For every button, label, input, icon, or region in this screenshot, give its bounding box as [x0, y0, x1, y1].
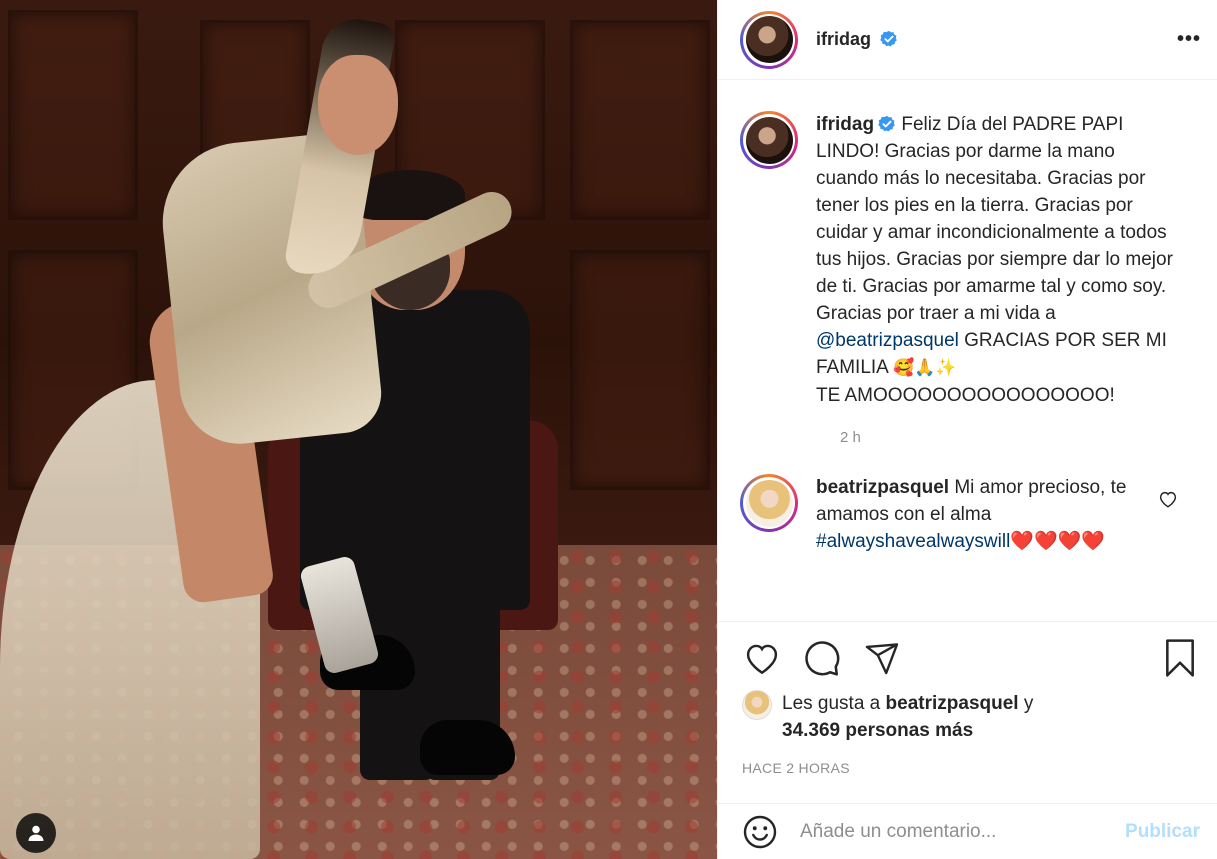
verified-badge-icon: [878, 115, 895, 132]
like-comment-heart-icon[interactable]: [1158, 490, 1178, 508]
reply-author-avatar[interactable]: [740, 474, 798, 532]
more-options-icon[interactable]: •••: [1177, 28, 1201, 51]
reply-hearts: ❤️❤️❤️❤️: [1010, 531, 1105, 552]
like-heart-icon[interactable]: [742, 638, 782, 678]
mention-link[interactable]: @beatrizpasquel: [816, 330, 959, 351]
woman-figure: [0, 0, 520, 859]
likes-summary: Les gusta a beatrizpasquel y 34.369 pers…: [742, 690, 1200, 744]
caption: ifridag Feliz Día del PADRE PAPI LINDO! …: [740, 111, 1196, 409]
posted-time[interactable]: HACE 2 HORAS: [742, 760, 1200, 776]
add-comment-bar: Publicar: [718, 803, 1217, 859]
comments-section: ifridag Feliz Día del PADRE PAPI LINDO! …: [718, 81, 1217, 621]
share-paper-plane-icon[interactable]: [862, 638, 902, 678]
likes-text: Les gusta a beatrizpasquel y 34.369 pers…: [782, 690, 1033, 744]
hashtag-link[interactable]: #alwayshavealwayswill: [816, 531, 1010, 552]
action-icons: [742, 638, 1200, 678]
caption-emojis: 🥰🙏✨: [893, 358, 957, 378]
save-bookmark-icon[interactable]: [1160, 638, 1200, 678]
post-actions: Les gusta a beatrizpasquel y 34.369 pers…: [718, 621, 1217, 776]
reply-comment: beatrizpasquel Mi amor precioso, te amam…: [740, 474, 1196, 555]
comment-input[interactable]: [800, 820, 1126, 843]
comment-bubble-icon[interactable]: [802, 638, 842, 678]
caption-author[interactable]: ifridag: [816, 114, 874, 135]
liker-username[interactable]: beatrizpasquel: [886, 693, 1019, 714]
publish-button[interactable]: Publicar: [1125, 821, 1200, 843]
wood-panel: [570, 250, 710, 490]
liker-avatar[interactable]: [742, 690, 772, 720]
post-photo[interactable]: [0, 0, 717, 859]
likes-connector: y: [1018, 693, 1034, 714]
tagged-users-button[interactable]: [16, 813, 56, 853]
caption-body: Feliz Día del PADRE PAPI LINDO! Gracias …: [816, 114, 1173, 324]
wood-panel: [570, 20, 710, 220]
author-avatar[interactable]: [740, 10, 798, 69]
caption-time[interactable]: 2 h: [840, 429, 1196, 446]
likes-count[interactable]: 34.369 personas más: [782, 720, 973, 741]
caption-text: ifridag Feliz Día del PADRE PAPI LINDO! …: [816, 111, 1176, 409]
verified-badge-icon: [880, 30, 897, 47]
caption-author-avatar[interactable]: [740, 111, 798, 169]
reply-author[interactable]: beatrizpasquel: [816, 477, 949, 498]
caption-final-line: TE AMOOOOOOOOOOOOOOOO!: [816, 385, 1115, 406]
likes-prefix: Les gusta a: [782, 693, 886, 714]
post-header: ifridag •••: [718, 0, 1217, 80]
emoji-picker-icon[interactable]: [742, 814, 778, 850]
author-username-text[interactable]: ifridag: [816, 29, 871, 49]
user-icon: [28, 825, 44, 841]
post-sidebar: ifridag ••• ifridag Feliz Día del PADRE …: [717, 0, 1217, 859]
reply-text: beatrizpasquel Mi amor precioso, te amam…: [816, 474, 1176, 555]
author-username[interactable]: ifridag: [816, 29, 898, 50]
